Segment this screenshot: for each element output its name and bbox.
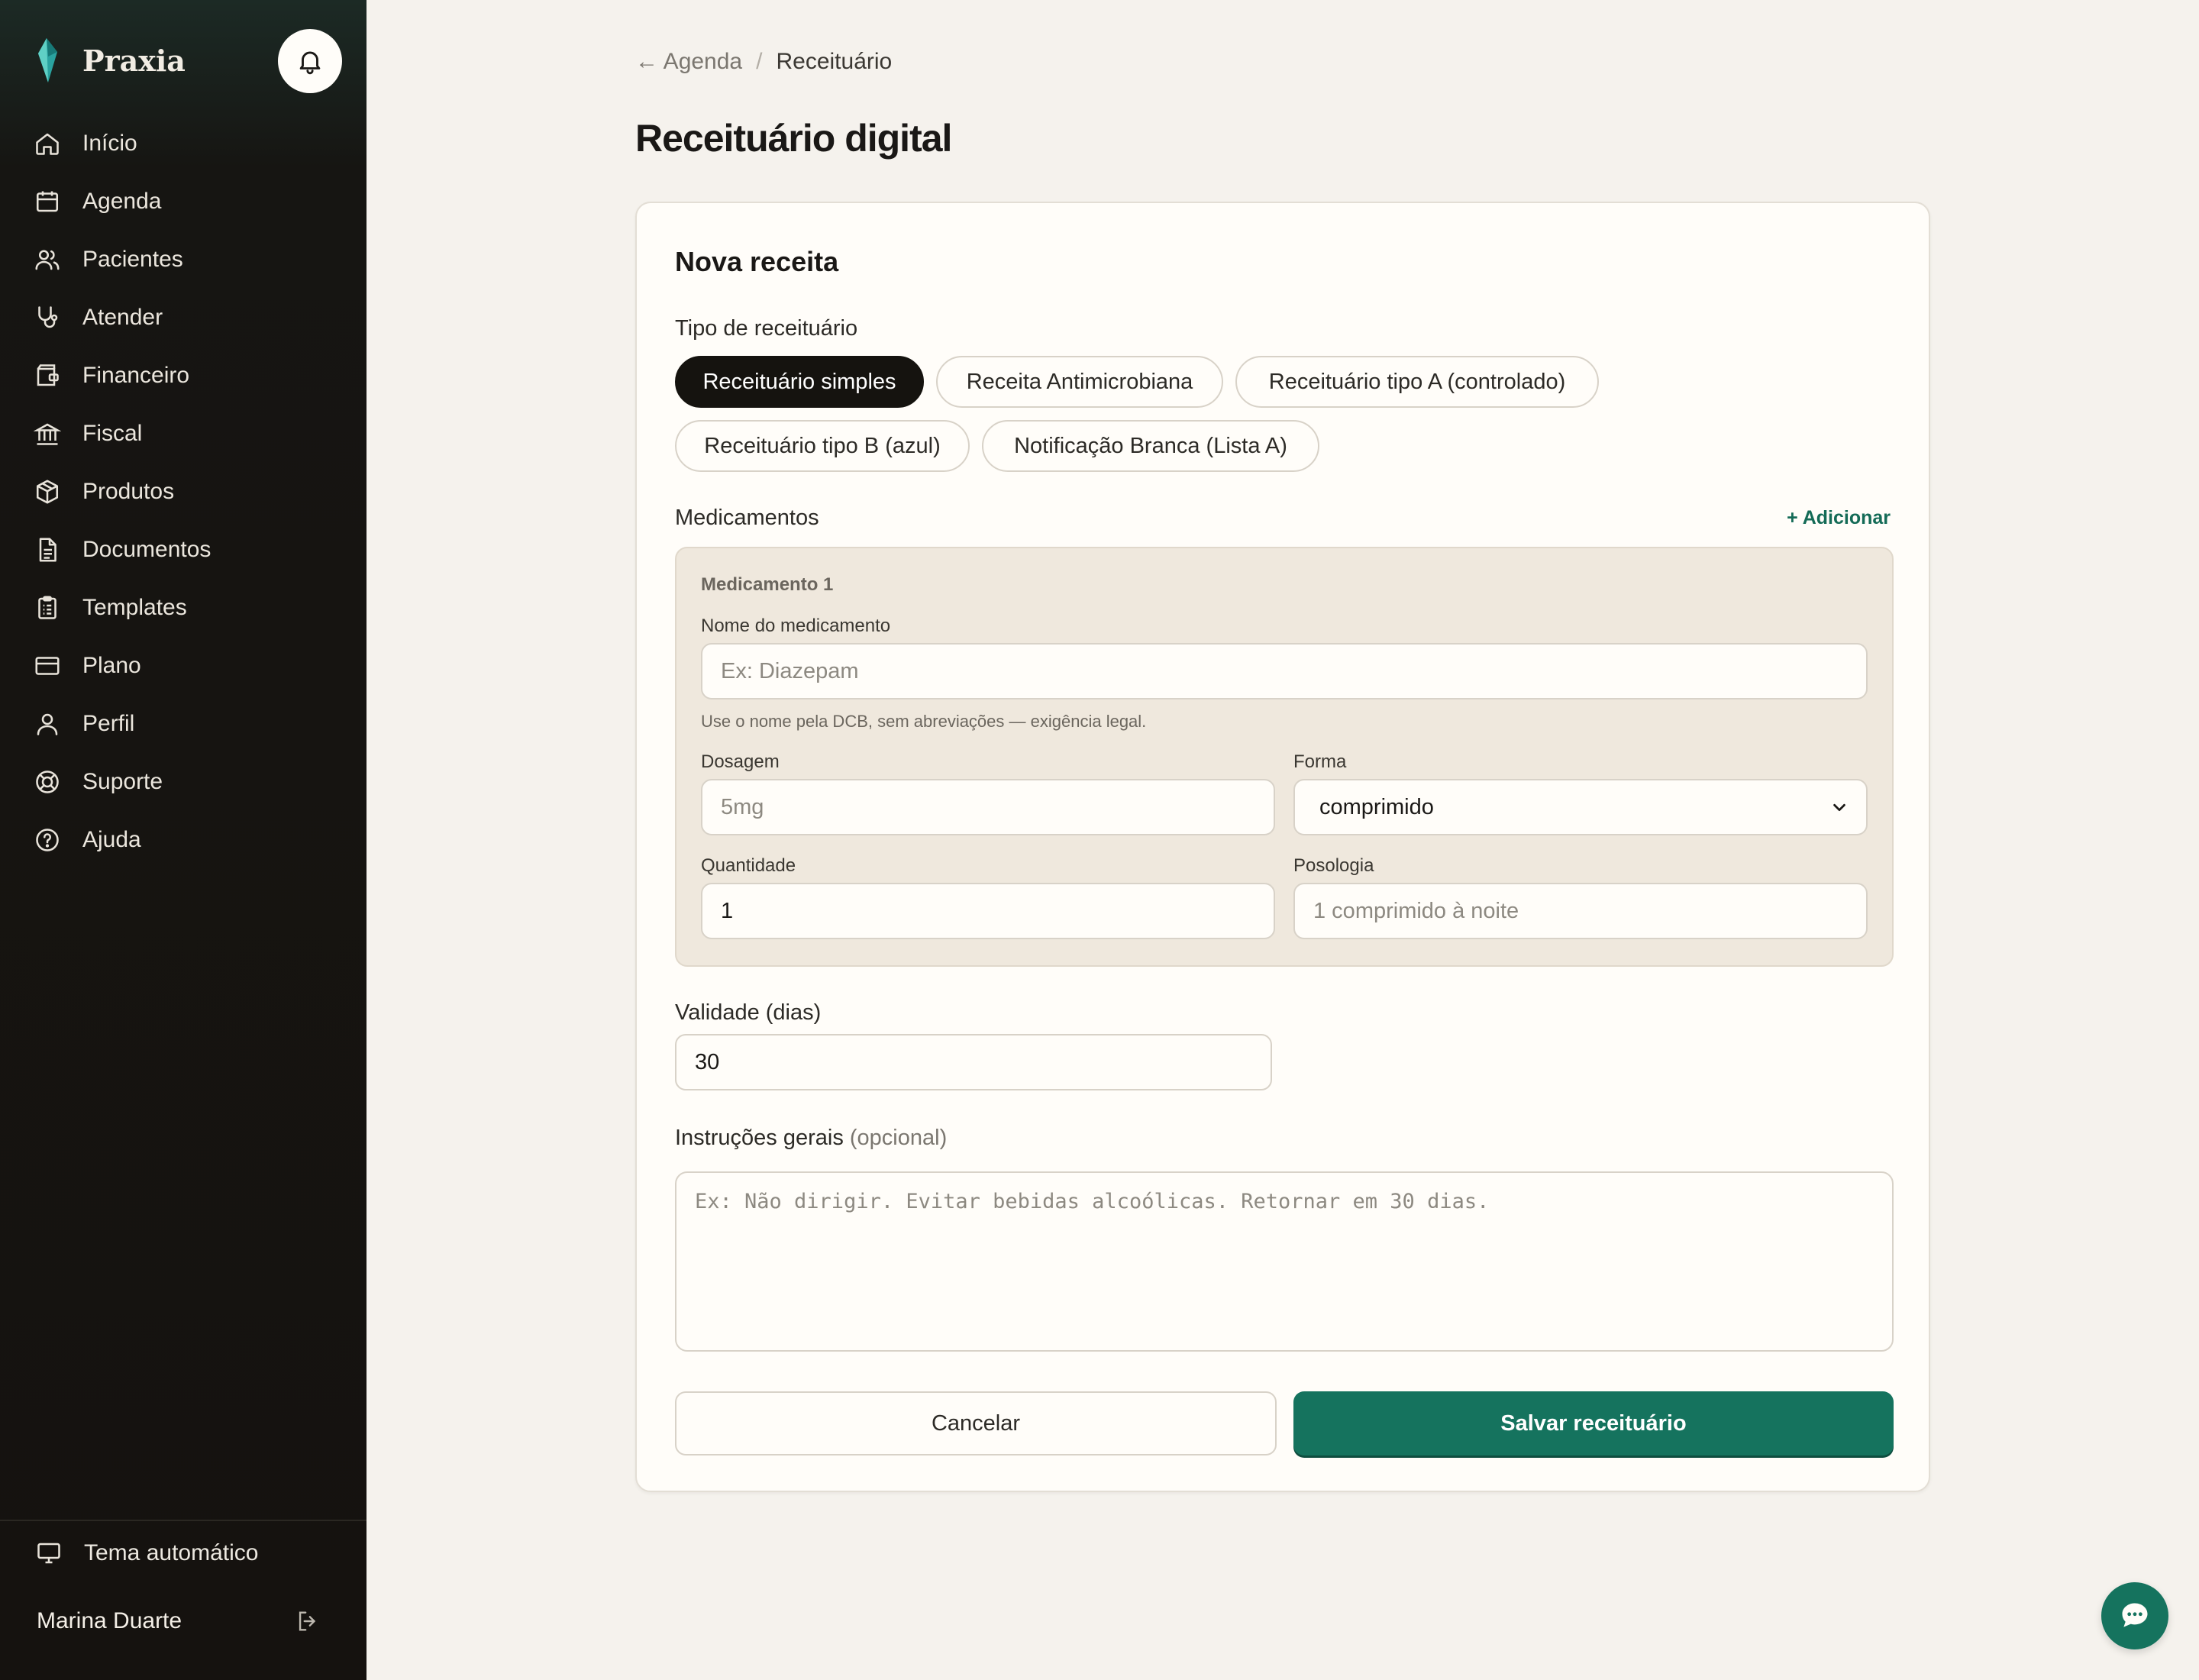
form-select-value: comprimido: [1319, 794, 1434, 819]
save-prescription-button[interactable]: Salvar receituário: [1293, 1391, 1894, 1455]
theme-label: Tema automático: [84, 1540, 259, 1565]
package-icon: [36, 480, 59, 504]
card-title: Nova receita: [675, 246, 839, 277]
user-icon: [37, 713, 58, 735]
sidebar-item-label: Fiscal: [82, 421, 143, 446]
sidebar-item-suporte[interactable]: Suporte: [34, 753, 339, 811]
instructions-label-text: Instruções gerais: [675, 1126, 844, 1150]
type-option-notificacao-branca[interactable]: Notificação Branca (Lista A): [982, 420, 1319, 472]
document-icon: [39, 538, 57, 562]
med-name-hint: Use o nome pela DCB, sem abreviações — e…: [701, 712, 1147, 731]
lifebuoy-icon: [36, 771, 59, 793]
crystal-logo-icon: [38, 38, 57, 82]
chevron-down-icon: [1833, 803, 1845, 812]
sidebar-item-produtos[interactable]: Produtos: [34, 463, 339, 521]
chat-button[interactable]: [2101, 1582, 2168, 1649]
sidebar-item-inicio[interactable]: Início: [34, 115, 339, 173]
breadcrumb-back-link[interactable]: ← Agenda: [635, 49, 742, 75]
sidebar-item-label: Início: [82, 131, 137, 156]
sidebar-item-label: Perfil: [82, 711, 135, 736]
validity-label: Validade (dias): [675, 1000, 822, 1025]
logout-icon[interactable]: [295, 1608, 321, 1634]
help-circle-icon: [36, 829, 59, 851]
chat-bubble-icon: [2122, 1603, 2148, 1627]
add-medication-link[interactable]: + Adicionar: [1787, 507, 1891, 529]
quantity-input[interactable]: 1: [701, 883, 1275, 939]
instructions-textarea[interactable]: Ex: Não dirigir. Evitar bebidas alcoólic…: [675, 1171, 1894, 1352]
sidebar-item-agenda[interactable]: Agenda: [34, 173, 339, 231]
sidebar-item-pacientes[interactable]: Pacientes: [34, 231, 339, 289]
sidebar-item-label: Ajuda: [82, 827, 141, 852]
sidebar-item-label: Financeiro: [82, 363, 190, 388]
med-name-label: Nome do medicamento: [701, 615, 891, 636]
calendar-icon: [36, 191, 59, 212]
type-option-antimicrobiana[interactable]: Receita Antimicrobiana: [936, 356, 1223, 408]
type-option-tipo-a[interactable]: Receituário tipo A (controlado): [1235, 356, 1599, 408]
sidebar-item-templates[interactable]: Templates: [34, 579, 339, 637]
brand-name: Praxia: [82, 43, 186, 78]
sidebar-item-fiscal[interactable]: Fiscal: [34, 405, 339, 463]
brand[interactable]: Praxia: [34, 34, 186, 87]
quantity-label: Quantidade: [701, 855, 796, 876]
breadcrumb-separator: /: [756, 49, 763, 74]
sidebar-item-label: Produtos: [82, 479, 175, 504]
clipboard-list-icon: [38, 596, 57, 619]
sidebar-item-label: Pacientes: [82, 247, 183, 272]
sidebar-item-atender[interactable]: Atender: [34, 289, 339, 347]
users-icon: [35, 250, 60, 270]
sidebar-item-perfil[interactable]: Perfil: [34, 695, 339, 753]
type-label: Tipo de receituário: [675, 316, 858, 341]
cancel-button[interactable]: Cancelar: [675, 1391, 1277, 1455]
wallet-icon: [37, 364, 59, 386]
sidebar-item-label: Atender: [82, 305, 163, 330]
sidebar-item-label: Plano: [82, 653, 141, 678]
sidebar-item-label: Agenda: [82, 189, 162, 214]
med-name-input[interactable]: Ex: Diazepam: [701, 643, 1868, 699]
stethoscope-icon: [38, 306, 58, 328]
prescription-form-card: Nova receita Tipo de receituário Receitu…: [635, 202, 1930, 1492]
type-option-tipo-b[interactable]: Receituário tipo B (azul): [675, 420, 970, 472]
sidebar: Praxia Início Agenda Pacientes Atender F…: [0, 0, 366, 1680]
posology-label: Posologia: [1293, 855, 1374, 876]
sidebar-item-documentos[interactable]: Documentos: [34, 521, 339, 579]
breadcrumb: ← Agenda / Receituário: [635, 49, 892, 75]
form-select[interactable]: comprimido: [1293, 779, 1868, 835]
dosage-label: Dosagem: [701, 751, 780, 772]
sidebar-footer: Tema automático Marina Duarte: [0, 1520, 366, 1680]
dosage-input[interactable]: 5mg: [701, 779, 1275, 835]
sidebar-item-label: Templates: [82, 595, 187, 620]
instructions-optional: (opcional): [849, 1126, 948, 1150]
sidebar-item-label: Suporte: [82, 769, 163, 794]
sidebar-nav: Início Agenda Pacientes Atender Financei…: [34, 115, 339, 869]
bank-icon: [34, 423, 61, 445]
posology-input[interactable]: 1 comprimido à noite: [1293, 883, 1868, 939]
credit-card-icon: [35, 657, 60, 675]
form-label: Forma: [1293, 751, 1347, 772]
sidebar-item-plano[interactable]: Plano: [34, 637, 339, 695]
validity-input[interactable]: 30: [675, 1034, 1272, 1090]
theme-toggle[interactable]: Tema automático: [35, 1539, 258, 1567]
monitor-icon: [37, 1543, 60, 1564]
breadcrumb-current: Receituário: [776, 49, 893, 74]
sidebar-item-ajuda[interactable]: Ajuda: [34, 811, 339, 869]
medication-card: Medicamento 1 Nome do medicamento Ex: Di…: [675, 547, 1894, 967]
instructions-label: Instruções gerais (opcional): [675, 1126, 947, 1151]
sidebar-item-label: Documentos: [82, 537, 212, 562]
notifications-button[interactable]: [278, 29, 342, 93]
bell-icon: [299, 51, 321, 75]
medications-label: Medicamentos: [675, 506, 819, 530]
user-name: Marina Duarte: [37, 1608, 182, 1633]
sidebar-item-financeiro[interactable]: Financeiro: [34, 347, 339, 405]
page-title: Receituário digital: [635, 117, 952, 160]
home-icon: [36, 133, 59, 155]
type-option-simples[interactable]: Receituário simples: [675, 356, 924, 408]
user-row: Marina Duarte: [37, 1608, 321, 1634]
medication-title: Medicamento 1: [701, 574, 834, 595]
